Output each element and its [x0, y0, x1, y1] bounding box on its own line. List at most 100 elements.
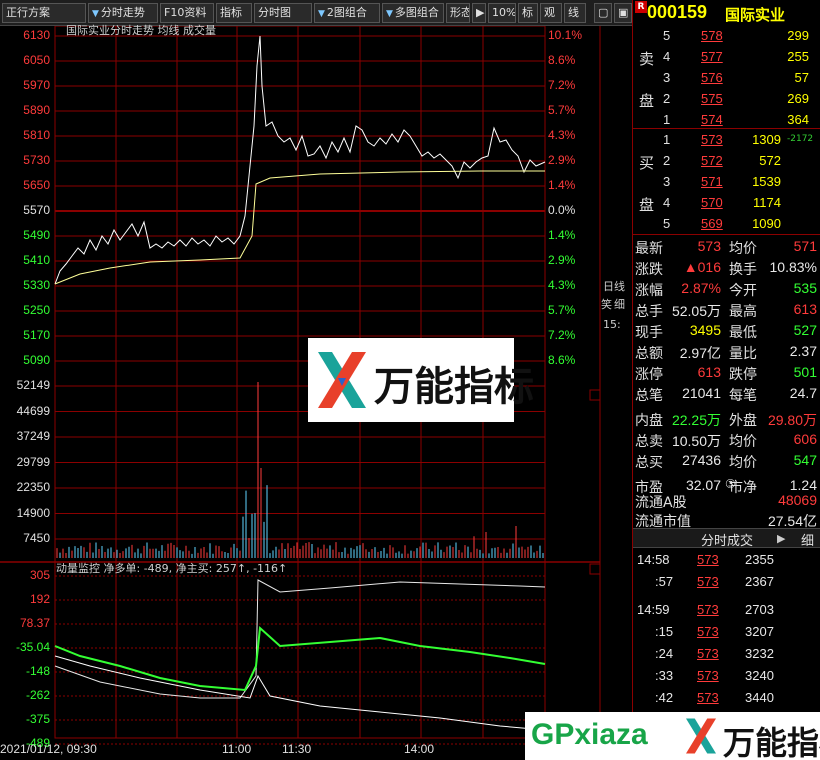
stock-name: 国际实业 [725, 6, 786, 24]
stock-header[interactable]: R 000159 国际实业 [633, 0, 820, 26]
ticks-next-icon[interactable]: ▶ [777, 532, 785, 545]
ask-row[interactable]: 5 578 299 [633, 26, 820, 47]
pct-axis-label: 4.3% [548, 278, 576, 292]
tick-row[interactable]: :42 573 3440 [633, 688, 820, 708]
ask-row[interactable]: 3 576 57 [633, 68, 820, 89]
chart-title: 国际实业分时走势 均线 成交量 [66, 24, 216, 37]
pct-axis-label: 8.6% [548, 53, 576, 67]
side-tab[interactable]: 笑 [601, 296, 612, 312]
watermark-center-text: 万能指标 [374, 364, 534, 410]
toolbar-button[interactable]: 10% [488, 3, 516, 23]
toolbar-button-label: 分时走势 [100, 6, 145, 19]
monitor-axis-label: -375 [25, 712, 50, 726]
tick-time: :15 [655, 624, 674, 639]
ticks-detail-tab[interactable]: 细 [801, 530, 814, 549]
pct-axis-label: 5.7% [548, 303, 576, 317]
toolbar-button[interactable]: 正行方案 [2, 3, 86, 23]
tick-row[interactable]: 14:58 573 2355 [633, 550, 820, 570]
toolbar-button[interactable]: ▼ 分时走势 [88, 3, 158, 23]
toolbar-button[interactable]: 标 [518, 3, 538, 23]
ask-price: 575 [701, 91, 723, 106]
tick-row[interactable]: :15 573 3207 [633, 622, 820, 642]
tick-row[interactable]: 14:59 573 2703 [633, 600, 820, 620]
orderbook-side-label: 买 [639, 154, 655, 172]
tick-row[interactable]: :57 573 2367 [633, 572, 820, 592]
ask-volume: 269 [787, 91, 809, 106]
toolbar-button[interactable]: ▶ [472, 3, 486, 23]
ask-volume: 255 [787, 49, 809, 64]
stat-label: 涨跌 [635, 262, 663, 278]
side-tab[interactable]: 15: [603, 318, 621, 331]
bid-volume: 1309 [752, 132, 781, 147]
toolbar-button[interactable]: ▼ 2图组合 [314, 3, 380, 23]
toolbar-button-label: 指标 [220, 6, 242, 19]
toolbar-button[interactable]: ▼ 多图组合 [382, 3, 444, 23]
orderbook-side-label: 卖 [639, 50, 655, 68]
side-tab[interactable]: 细 [614, 296, 625, 312]
stat-value: 606 [793, 431, 817, 447]
quote-panel: R 000159 国际实业 5 578 299 4 577 255 3 576 57 2 575 26… [632, 0, 820, 760]
monitor-line-top [54, 579, 546, 699]
ask-volume: 364 [787, 112, 809, 127]
price-axis-label: 5650 [23, 178, 50, 192]
divider [633, 128, 820, 129]
stat-label: 今开 [729, 283, 757, 299]
toolbar-button[interactable]: 形态 [446, 3, 470, 23]
price-axis-label: 5170 [23, 328, 50, 342]
tick-time: :33 [655, 668, 674, 683]
toolbar-button-label: 正行方案 [6, 6, 50, 19]
bid-price: 572 [701, 153, 723, 168]
tick-row[interactable]: :33 573 3240 [633, 666, 820, 686]
pct-axis-label: 1.4% [548, 178, 576, 192]
stat-label: 换手 [729, 262, 757, 278]
ask-row[interactable]: 2 575 269 [633, 89, 820, 110]
time-axis-label: 2021/01/12, 09:30 [0, 742, 97, 756]
stat-label: 内盘 [635, 413, 663, 429]
monitor-axis-label: 78.37 [19, 616, 50, 630]
bid-price: 569 [701, 216, 723, 231]
pe-marker-icon: ③ [725, 477, 736, 491]
stat-value: 573 [697, 238, 721, 254]
price-axis-label: 5890 [23, 103, 50, 117]
bid-row[interactable]: 5 569 1090 [633, 214, 820, 235]
tick-time: :24 [655, 646, 674, 661]
tick-price: 573 [697, 646, 719, 661]
tick-row[interactable]: :24 573 3232 [633, 644, 820, 664]
toolbar-button[interactable]: 指标 [216, 3, 252, 23]
toolbar-button[interactable]: 线 [564, 3, 586, 23]
price-axis-label: 5730 [23, 153, 50, 167]
stat-label: 总买 [635, 455, 663, 471]
ask-price: 576 [701, 70, 723, 85]
dropdown-icon: ▼ [92, 9, 99, 19]
side-tab[interactable]: 日线 [603, 278, 625, 294]
stat-label: 量比 [729, 346, 757, 362]
monitor-line-bottom [54, 655, 546, 731]
restore-icon[interactable]: ▢ [594, 3, 612, 23]
toolbar-button-label: 线 [568, 6, 579, 19]
bid-row[interactable]: 2 572 572 [633, 151, 820, 172]
dropdown-icon: ▼ [318, 9, 325, 19]
stat-label: 涨停 [635, 367, 663, 383]
stat-row: 最新 573 均价 571 [633, 236, 820, 257]
tick-time: :42 [655, 690, 674, 705]
volume-axis-label: 7450 [23, 531, 50, 545]
toolbar-button-label: 多图组合 [394, 6, 439, 19]
ticks-header[interactable]: 分时成交 ▶ 细 [633, 528, 820, 549]
toolbar-button[interactable]: 分时图 [254, 3, 312, 23]
menu-icon[interactable]: ▣ [614, 3, 632, 23]
toolbar-button-label: 标 [522, 6, 533, 19]
stat-label: 现手 [635, 325, 663, 341]
pct-axis-label: 1.4% [548, 228, 576, 242]
bid-row[interactable]: 4 570 1174 [633, 193, 820, 214]
toolbar-button-label: 10% [492, 6, 516, 19]
toolbar-button[interactable]: 观 [540, 3, 562, 23]
bid-row[interactable]: 3 571 1539 [633, 172, 820, 193]
price-axis-label: 5810 [23, 128, 50, 142]
toolbar-button-label: 观 [544, 6, 555, 19]
time-axis-label: 11:30 [282, 742, 312, 756]
price-axis-label: 5090 [23, 353, 50, 367]
toolbar-button[interactable]: F10资料 [160, 3, 214, 23]
ask-level: 5 [663, 28, 671, 43]
ask-row[interactable]: 4 577 255 [633, 47, 820, 68]
ask-price: 577 [701, 49, 723, 64]
